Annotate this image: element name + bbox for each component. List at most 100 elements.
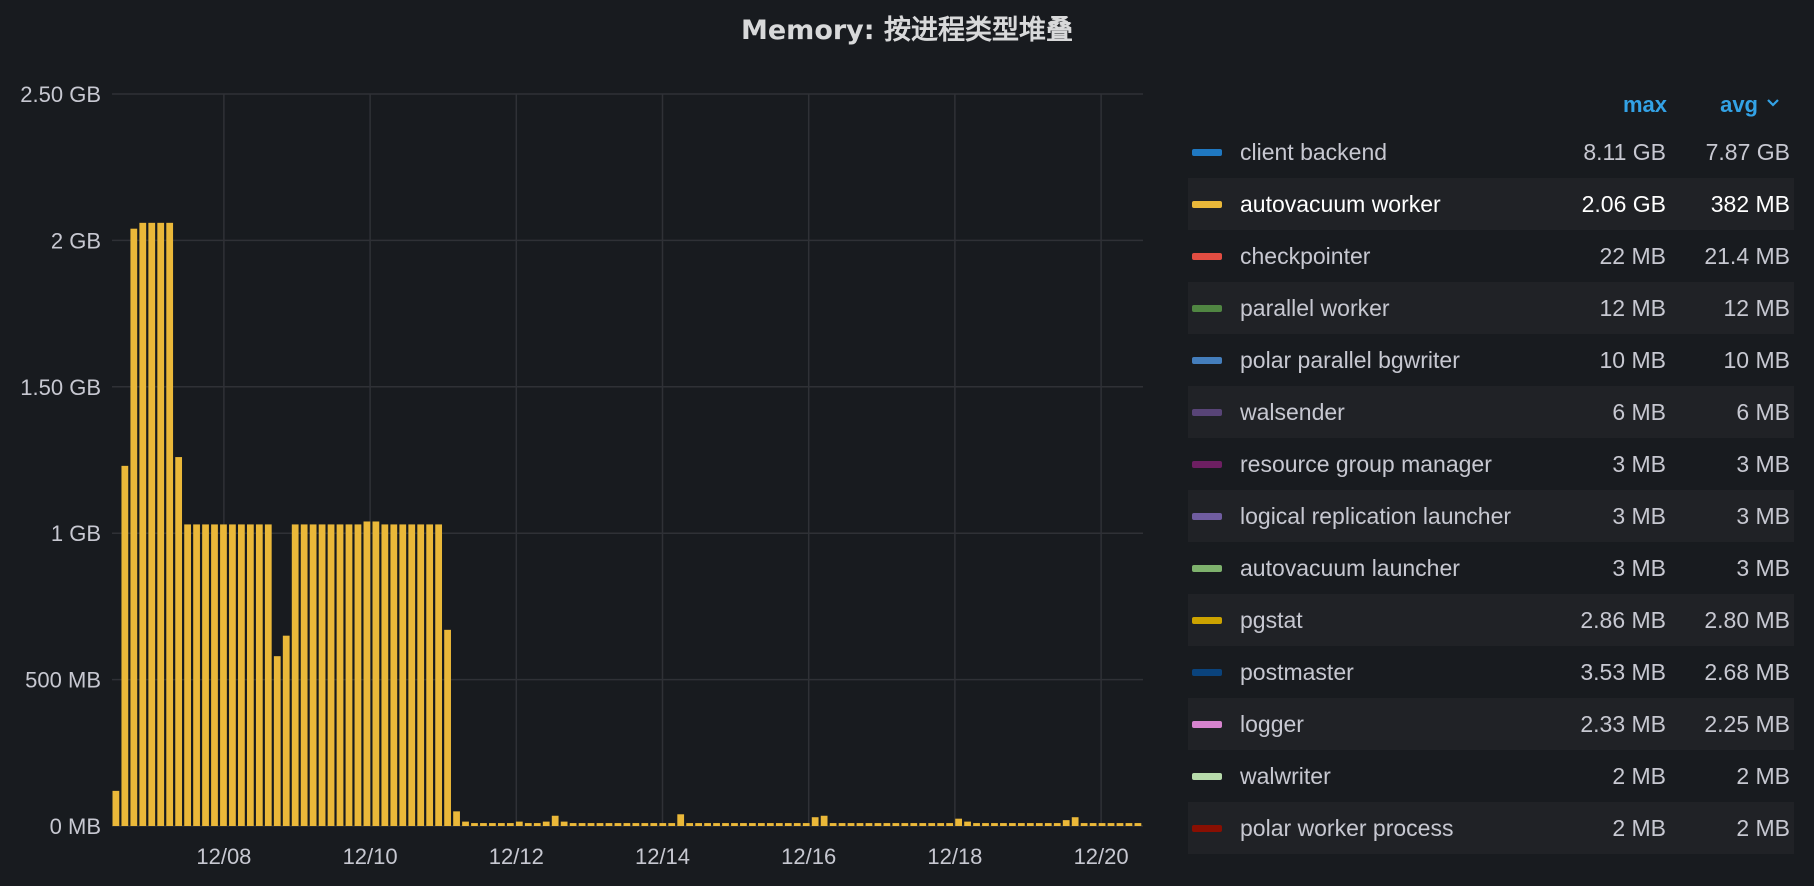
- chart-bar[interactable]: [614, 823, 622, 826]
- chart-bar[interactable]: [551, 815, 559, 826]
- chart-bar[interactable]: [856, 823, 864, 826]
- chart-bar[interactable]: [704, 823, 711, 826]
- chart-bar[interactable]: [928, 823, 936, 826]
- chart-bar[interactable]: [740, 823, 747, 826]
- chart-bar[interactable]: [1009, 823, 1016, 826]
- chart-bar[interactable]: [282, 635, 290, 826]
- chart-bar[interactable]: [910, 823, 918, 826]
- series-name[interactable]: checkpointer: [1240, 230, 1370, 282]
- legend-row[interactable]: client backend 8.11 GB 7.87 GB: [1188, 126, 1794, 178]
- legend-header-avg[interactable]: avg: [1720, 92, 1780, 118]
- series-name[interactable]: postmaster: [1240, 646, 1354, 698]
- chart-bar[interactable]: [973, 823, 980, 826]
- chart-bar[interactable]: [506, 823, 514, 826]
- chart-bar[interactable]: [883, 823, 891, 826]
- chart-bar[interactable]: [480, 823, 487, 826]
- chart-bar[interactable]: [363, 521, 371, 826]
- chart-bar[interactable]: [757, 823, 765, 826]
- chart-bar[interactable]: [1035, 823, 1043, 826]
- chart-bar[interactable]: [668, 823, 676, 826]
- chart-bar[interactable]: [937, 823, 945, 826]
- chart-bar[interactable]: [336, 524, 344, 826]
- chart-bar[interactable]: [1125, 823, 1133, 826]
- series-name[interactable]: logger: [1240, 698, 1304, 750]
- chart-bar[interactable]: [650, 823, 658, 826]
- chart-bar[interactable]: [489, 823, 496, 826]
- chart-bar[interactable]: [121, 465, 129, 826]
- legend-row[interactable]: autovacuum worker 2.06 GB 382 MB: [1188, 178, 1794, 230]
- chart-bar[interactable]: [722, 823, 729, 826]
- chart-bar[interactable]: [202, 524, 209, 826]
- legend-row[interactable]: parallel worker 12 MB 12 MB: [1188, 282, 1794, 334]
- chart-bar[interactable]: [820, 815, 828, 826]
- chart-bar[interactable]: [686, 823, 694, 826]
- chart-bar[interactable]: [435, 524, 443, 826]
- chart-bar[interactable]: [112, 790, 120, 826]
- chart-bar[interactable]: [596, 823, 604, 826]
- chart-bar[interactable]: [766, 823, 774, 826]
- chart-bar[interactable]: [273, 656, 281, 826]
- chart-bar[interactable]: [901, 823, 909, 826]
- chart-bar[interactable]: [327, 524, 335, 826]
- chart-bar[interactable]: [211, 524, 218, 826]
- chart-bar[interactable]: [264, 524, 272, 826]
- chart-bar[interactable]: [874, 823, 882, 826]
- chart-bar[interactable]: [569, 823, 577, 826]
- chart-bar[interactable]: [542, 821, 550, 826]
- chart-bar[interactable]: [892, 823, 900, 826]
- chart-bar[interactable]: [713, 823, 720, 826]
- chart-bar[interactable]: [793, 823, 801, 826]
- series-name[interactable]: polar worker process: [1240, 802, 1453, 854]
- legend-row[interactable]: polar parallel bgwriter 10 MB 10 MB: [1188, 334, 1794, 386]
- chart-bar[interactable]: [641, 823, 649, 826]
- chart-bar[interactable]: [1080, 823, 1088, 826]
- chart-bar[interactable]: [318, 524, 326, 826]
- chart-bar[interactable]: [426, 524, 434, 826]
- legend-header-max[interactable]: max: [1623, 92, 1667, 118]
- series-name[interactable]: polar parallel bgwriter: [1240, 334, 1460, 386]
- chart-bar[interactable]: [560, 821, 568, 826]
- chart-bar[interactable]: [220, 524, 227, 826]
- series-name[interactable]: resource group manager: [1240, 438, 1492, 490]
- legend-row[interactable]: logger 2.33 MB 2.25 MB: [1188, 698, 1794, 750]
- chart-bar[interactable]: [229, 524, 236, 826]
- chart-bar[interactable]: [955, 818, 962, 826]
- chart-bar[interactable]: [578, 823, 586, 826]
- chart-bar[interactable]: [784, 823, 792, 826]
- chart-bar[interactable]: [946, 823, 954, 826]
- chart-bar[interactable]: [300, 524, 308, 826]
- chart-bar[interactable]: [865, 823, 873, 826]
- chart-bar[interactable]: [1053, 823, 1061, 826]
- chart-bar[interactable]: [1116, 823, 1124, 826]
- chart-bar[interactable]: [524, 823, 532, 826]
- chart-bar[interactable]: [533, 823, 541, 826]
- series-name[interactable]: client backend: [1240, 126, 1387, 178]
- chart-bar[interactable]: [184, 524, 191, 826]
- chart-bar[interactable]: [246, 524, 254, 826]
- chart-bar[interactable]: [381, 524, 389, 826]
- chart-bar[interactable]: [1000, 823, 1007, 826]
- chart-bar[interactable]: [309, 524, 317, 826]
- legend-row[interactable]: autovacuum launcher 3 MB 3 MB: [1188, 542, 1794, 594]
- series-name[interactable]: walsender: [1240, 386, 1345, 438]
- legend-row[interactable]: postmaster 3.53 MB 2.68 MB: [1188, 646, 1794, 698]
- chart-bar[interactable]: [1017, 823, 1025, 826]
- chart-bar[interactable]: [1062, 820, 1070, 826]
- chart-bar[interactable]: [148, 222, 156, 826]
- legend-row[interactable]: pgstat 2.86 MB 2.80 MB: [1188, 594, 1794, 646]
- chart-bar[interactable]: [659, 823, 667, 826]
- chart-bar[interactable]: [1071, 817, 1079, 826]
- chart-bar[interactable]: [811, 817, 819, 826]
- series-name[interactable]: walwriter: [1240, 750, 1331, 802]
- chart-bar[interactable]: [515, 821, 523, 826]
- chart-bar[interactable]: [291, 524, 299, 826]
- chart-bar[interactable]: [695, 823, 703, 826]
- chart-bar[interactable]: [632, 823, 640, 826]
- chart-bar[interactable]: [775, 823, 783, 826]
- legend-row[interactable]: polar worker process 2 MB 2 MB: [1188, 802, 1794, 854]
- series-name[interactable]: autovacuum launcher: [1240, 542, 1460, 594]
- series-name[interactable]: pgstat: [1240, 594, 1303, 646]
- series-name[interactable]: logical replication launcher: [1240, 490, 1511, 542]
- chart-bar[interactable]: [498, 823, 505, 826]
- chart-bar[interactable]: [139, 222, 147, 826]
